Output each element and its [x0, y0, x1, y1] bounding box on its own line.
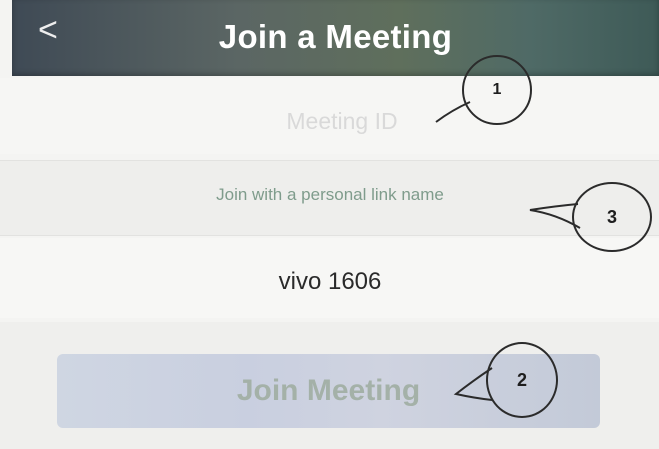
annotation-callout-1: 1 — [462, 55, 532, 125]
join-button-row: Join Meeting — [0, 322, 659, 449]
annotation-callout-3: 3 — [572, 182, 652, 252]
page-title: Join a Meeting — [218, 18, 453, 55]
join-meeting-screen: < Join a Meeting Join with a personal li… — [0, 0, 659, 449]
personal-link-name-link[interactable]: Join with a personal link name — [130, 185, 530, 205]
meeting-id-row — [0, 78, 659, 154]
device-name-row: vivo 1606 — [0, 238, 659, 318]
meeting-id-input[interactable] — [170, 100, 514, 142]
device-name-label: vivo 1606 — [278, 268, 382, 295]
personal-link-row: Join with a personal link name — [0, 160, 659, 236]
header-bar: < Join a Meeting — [12, 0, 659, 76]
annotation-callout-2: 2 — [486, 342, 558, 418]
